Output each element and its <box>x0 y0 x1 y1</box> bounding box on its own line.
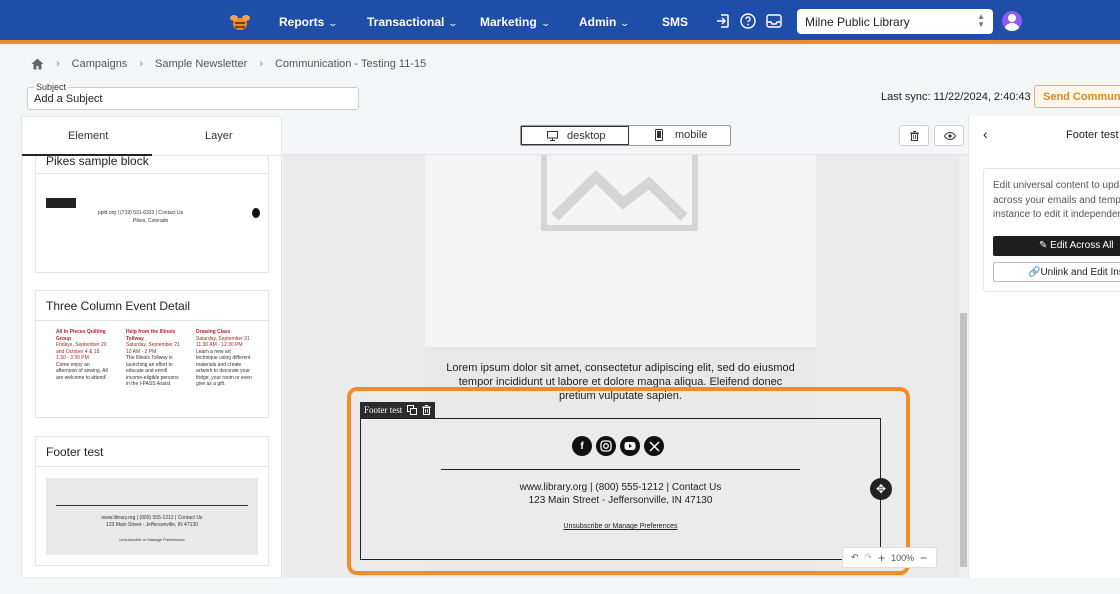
tab-layer[interactable]: Layer <box>205 130 233 142</box>
send-communication-button[interactable]: Send Communication <box>1034 85 1120 108</box>
three-column-preview: All In Pieces Quilting Group Fridays, Se… <box>46 329 258 409</box>
breadcrumb-newsletter[interactable]: Sample Newsletter <box>155 58 247 70</box>
preview-button[interactable] <box>934 125 964 146</box>
breadcrumb-campaigns[interactable]: Campaigns <box>72 58 128 70</box>
description-line: Edit universal content to update <box>993 180 1120 191</box>
preview-city: Pikes, Colorado <box>133 218 169 224</box>
unlink-and-edit-button[interactable]: 🔗Unlink and Edit Instance <box>993 262 1120 282</box>
social-dot-icon <box>252 208 260 218</box>
pikes-logo <box>46 198 76 208</box>
undo-icon[interactable]: ↶ <box>851 552 859 563</box>
home-icon[interactable] <box>31 58 44 70</box>
description-line: instance to edit it independently <box>993 209 1120 220</box>
divider <box>56 505 248 506</box>
block-title: Footer test <box>46 445 104 459</box>
event-body: Come enjoy an afternoon of sewing. All a… <box>56 361 108 381</box>
link-icon: 🔗 <box>1028 267 1041 278</box>
panel-tabs: Element Layer <box>22 117 282 156</box>
mobile-view-button[interactable]: mobile <box>629 126 731 145</box>
breadcrumb: › Campaigns › Sample Newsletter › Commun… <box>31 58 426 70</box>
event-date: Saturday, September 21 <box>126 342 180 348</box>
library-select[interactable]: Milne Public Library ▲ ▼ <box>797 9 993 34</box>
breadcrumb-separator-icon: › <box>56 58 60 70</box>
chevron-down-icon: ⌄ <box>540 18 551 28</box>
nav-admin[interactable]: Admin ⌄ <box>579 15 631 29</box>
nav-sms[interactable]: SMS <box>662 15 688 29</box>
block-card-three-column[interactable]: Three Column Event Detail All In Pieces … <box>35 290 269 418</box>
event-column-3: Drawing Class Saturday, September 21 11:… <box>196 329 252 388</box>
preview-unsubscribe: Unsubscribe or Manage Preferences <box>119 537 185 542</box>
chevron-down-icon: ⌄ <box>447 18 459 28</box>
top-nav: Reports ⌄ Transactional ⌄ Marketing ⌄ Admin… <box>0 0 1120 44</box>
nav-reports[interactable]: Reports ⌄ <box>279 15 339 29</box>
zoom-out-icon[interactable]: − <box>920 551 927 565</box>
sign-in-icon[interactable] <box>714 12 732 30</box>
mobile-icon <box>655 129 663 141</box>
inbox-icon[interactable] <box>765 12 783 30</box>
redo-icon[interactable]: ↷ <box>865 552 873 563</box>
breadcrumb-separator-icon: › <box>259 58 263 70</box>
description-line: across your emails and templates <box>993 194 1120 206</box>
preview-contact: ppld.org | (719) 531-6333 | Contact Us <box>98 210 184 216</box>
desktop-icon <box>547 131 558 141</box>
subject-label: Subject <box>34 82 69 92</box>
event-column-2: Help from the Illinois Tollway Saturday,… <box>126 329 182 388</box>
breadcrumb-current: Communication - Testing 11-15 <box>274 58 427 70</box>
subject-field[interactable] <box>27 87 359 110</box>
panel-title: Footer test <box>1066 129 1119 141</box>
chevron-down-icon: ⌄ <box>327 18 339 28</box>
scrollbar-thumb[interactable] <box>960 313 967 567</box>
block-title: Pikes sample block <box>46 154 149 168</box>
eye-icon <box>944 132 956 140</box>
help-icon[interactable] <box>739 12 757 30</box>
divider <box>36 320 268 321</box>
event-date: Fridays, September 20 and October 4 & 18 <box>56 342 107 355</box>
mobile-label: mobile <box>675 129 708 141</box>
subject-input[interactable] <box>34 93 334 105</box>
zoom-controls: ↶ ↷ + 100% − <box>842 547 937 568</box>
event-body: Learn a new art technique using differen… <box>196 348 252 388</box>
divider <box>36 466 268 467</box>
desktop-label: desktop <box>567 130 606 142</box>
image-placeholder-icon <box>541 155 698 231</box>
zoom-level: 100% <box>891 552 915 563</box>
nav-transactional[interactable]: Transactional ⌄ <box>367 15 459 29</box>
universal-content-description: Edit universal content to update across … <box>993 179 1120 223</box>
desktop-view-button[interactable]: desktop <box>521 126 629 145</box>
move-icon[interactable]: ✥ <box>870 478 892 500</box>
last-sync-text: Last sync: 11/22/2024, 2:40:43 PM <box>881 91 1051 103</box>
tab-element[interactable]: Element <box>68 130 108 142</box>
nav-marketing[interactable]: Marketing ⌄ <box>480 15 551 29</box>
zoom-in-icon[interactable]: + <box>878 551 885 565</box>
delete-button[interactable] <box>899 125 929 146</box>
event-title: All In Pieces Quilting Group <box>56 329 106 342</box>
blocks-panel: Element Layer Pikes sample block ppld.or… <box>21 116 282 578</box>
user-avatar[interactable] <box>1002 11 1022 31</box>
divider <box>36 173 268 174</box>
select-arrows-icon: ▲ ▼ <box>977 12 985 29</box>
event-title: Help from the Illinois Tollway <box>126 329 176 342</box>
event-column-1: All In Pieces Quilting Group Fridays, Se… <box>56 329 112 381</box>
event-body: The Illinois Tollway is launching an eff… <box>126 355 179 387</box>
back-chevron-icon[interactable]: ‹ <box>983 126 988 142</box>
breadcrumb-separator-icon: › <box>139 58 143 70</box>
edit-across-all-button[interactable]: ✎ Edit Across All <box>993 236 1120 256</box>
pencil-icon: ✎ <box>1039 240 1051 251</box>
image-placeholder[interactable] <box>425 155 816 347</box>
bee-logo-icon[interactable] <box>228 10 252 34</box>
block-card-footer-test[interactable]: Footer test www.library.org | (800) 555-… <box>35 436 269 566</box>
selected-block-outline <box>347 387 910 575</box>
view-toggle: desktop mobile <box>520 125 731 146</box>
preview-contact: www.library.org | (800) 555-1212 | Conta… <box>101 515 203 521</box>
preview-address: 123 Main Street - Jeffersonville, IN 471… <box>106 522 198 528</box>
footer-preview: www.library.org | (800) 555-1212 | Conta… <box>46 478 258 555</box>
trash-icon <box>910 131 919 141</box>
chevron-down-icon: ⌄ <box>619 18 631 28</box>
block-card-pikes[interactable]: Pikes sample block ppld.org | (719) 531-… <box>35 154 269 273</box>
block-title: Three Column Event Detail <box>46 299 191 313</box>
